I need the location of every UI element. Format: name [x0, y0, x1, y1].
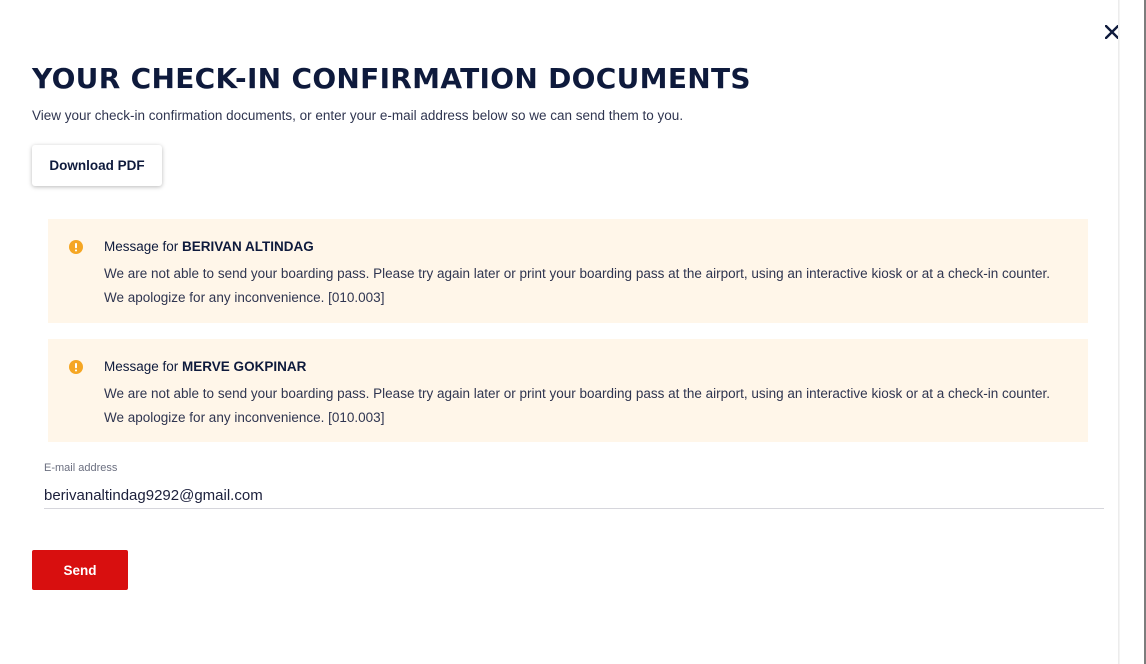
- passenger-name: BERIVAN ALTINDAG: [182, 239, 314, 254]
- message-body: We are not able to send your boarding pa…: [104, 266, 1051, 305]
- message-prefix: Message for: [104, 359, 183, 374]
- message-body: We are not able to send your boarding pa…: [104, 386, 1051, 425]
- message-title: Message for BERIVAN ALTINDAG: [104, 238, 1064, 256]
- send-button[interactable]: Send: [32, 550, 128, 590]
- close-icon: [1105, 25, 1119, 39]
- passenger-message-1: Message for BERIVAN ALTINDAG We are not …: [48, 219, 1088, 323]
- page-subtitle: View your check-in confirmation document…: [32, 108, 684, 123]
- email-field-label: E-mail address: [44, 462, 118, 474]
- window-edge: [1118, 0, 1146, 664]
- check-in-documents-dialog: YOUR CHECK-IN CONFIRMATION DOCUMENTS Vie…: [0, 0, 1146, 664]
- download-pdf-button[interactable]: Download PDF: [32, 145, 162, 186]
- warning-icon: [69, 240, 83, 254]
- warning-icon: [69, 360, 83, 374]
- page-title: YOUR CHECK-IN CONFIRMATION DOCUMENTS: [32, 62, 751, 95]
- message-prefix: Message for: [104, 239, 183, 254]
- passenger-name: MERVE GOKPINAR: [182, 359, 307, 374]
- email-field[interactable]: [44, 482, 1104, 509]
- message-title: Message for MERVE GOKPINAR: [104, 358, 1064, 376]
- passenger-message-2: Message for MERVE GOKPINAR We are not ab…: [48, 339, 1088, 442]
